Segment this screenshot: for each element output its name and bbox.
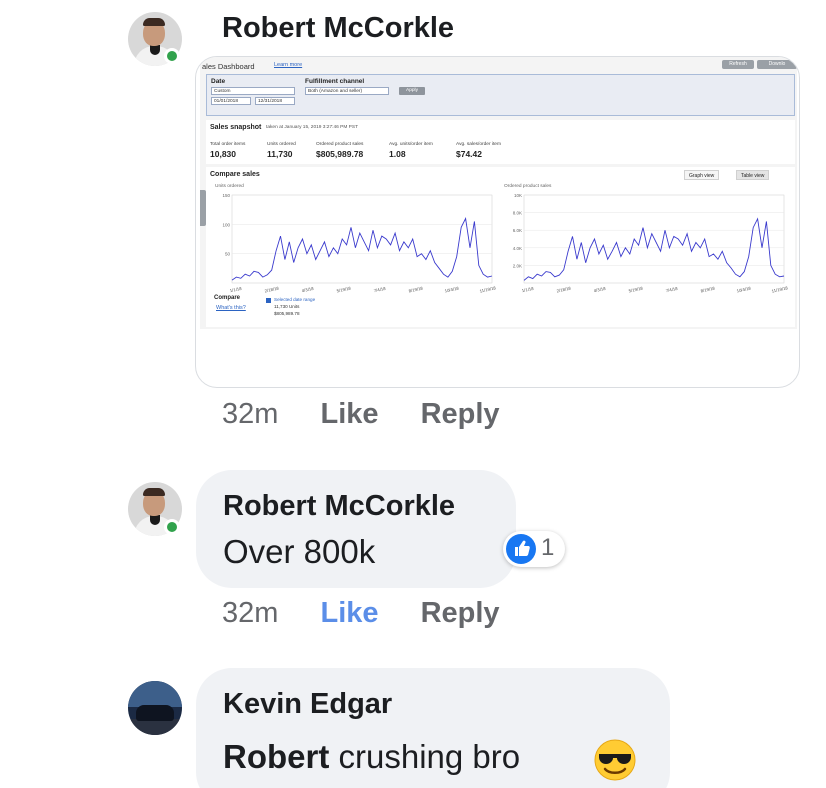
- selected-range-label: Selected date range: [274, 297, 316, 302]
- snapshot-subtitle: taken at January 15, 2019 3:27:46 PM PST: [266, 125, 358, 130]
- comment-author-name[interactable]: Robert McCorkle: [223, 490, 455, 523]
- date-select: Custom: [211, 87, 295, 95]
- comment-body: crushing bro: [329, 738, 521, 775]
- learn-more-link: Learn more: [274, 62, 303, 68]
- attached-screenshot[interactable]: ales Dashboard Learn more Refresh Downlo…: [195, 56, 800, 388]
- units-ordered-chart: 150 100 50 1/1/18 2/18/18 4/3/18 5/19/18 7/4/18…: [222, 193, 497, 294]
- metric-label: Ordered product sales: [316, 142, 364, 147]
- x-tick-label: 5/19/18: [336, 285, 352, 293]
- metric-label: Total order items: [210, 142, 246, 147]
- sunglasses-emoji-icon: [594, 739, 636, 781]
- comment-meta: 32m Like Reply: [222, 398, 500, 431]
- avatar-road: [128, 719, 182, 735]
- like-button[interactable]: Like: [320, 597, 378, 629]
- x-tick-label: 8/19/18: [700, 285, 716, 293]
- avatar-hair: [143, 18, 165, 26]
- x-tick-label: 4/3/18: [593, 286, 606, 294]
- avatar-tie: [150, 45, 160, 55]
- compare-label: Compare: [214, 295, 241, 301]
- sales-summary: $805,989.78: [274, 311, 300, 316]
- checkbox-icon: [266, 298, 271, 303]
- whats-this-link: What's this?: [216, 305, 246, 311]
- date-label: Date: [211, 78, 226, 85]
- download-button: Downlo: [757, 60, 797, 69]
- reaction-count: 1: [541, 534, 555, 561]
- avatar-car: [136, 705, 174, 721]
- metric-label: Avg. units/order item: [389, 142, 433, 147]
- date-from: 01/01/2018: [211, 97, 251, 105]
- snapshot-title: Sales snapshot: [210, 124, 262, 131]
- filters-panel: Date Custom 01/01/2018 12/31/2018 Fulfil…: [206, 74, 795, 116]
- x-tick-label: 7/4/18: [373, 286, 386, 294]
- comment-bubble: Kevin Edgar Robert crushing bro: [196, 668, 670, 788]
- product-sales-chart: 10K 8.0K 6.0K 4.0K 2.0K 1/1/18 2/18/18 4/3/18 5/…: [513, 193, 789, 294]
- x-tick-label: 7/4/18: [665, 286, 678, 294]
- y-tick-label: 8.0K: [513, 211, 522, 216]
- reply-button[interactable]: Reply: [421, 597, 500, 629]
- avatar-sky: [128, 681, 182, 707]
- y-tick-label: 4.0K: [513, 246, 522, 251]
- avatar-hair: [143, 488, 165, 496]
- y-tick-label: 6.0K: [513, 228, 522, 233]
- reaction-badge[interactable]: 1: [503, 531, 565, 567]
- compare-sales-panel: Compare sales Graph view Table view Unit…: [206, 167, 795, 327]
- comment-time: 32m: [222, 398, 279, 430]
- metric-value: 11,730: [267, 149, 293, 159]
- x-tick-label: 11/19/18: [479, 285, 497, 293]
- sales-dashboard-image: ales Dashboard Learn more Refresh Downlo…: [200, 57, 797, 329]
- sales-snapshot: Sales snapshot taken at January 15, 2019…: [206, 120, 795, 164]
- x-tick-label: 11/19/18: [771, 285, 789, 293]
- comment-text: Robert crushing bro: [223, 738, 520, 776]
- mention-link[interactable]: Robert: [223, 738, 329, 775]
- table-view-button: Table view: [736, 170, 770, 180]
- x-tick-label: 5/19/18: [628, 285, 644, 293]
- date-to: 12/31/2018: [255, 97, 295, 105]
- metric-value: 10,830: [210, 149, 236, 159]
- refresh-button: Refresh: [722, 60, 754, 69]
- fulfillment-label: Fulfillment channel: [305, 78, 365, 85]
- y-tick-label: 50: [225, 252, 231, 257]
- metric-label: Units ordered: [267, 142, 296, 147]
- metric-value: $805,989.78: [316, 149, 364, 159]
- apply-button: Apply: [399, 87, 425, 95]
- metric-value: $74.42: [456, 149, 482, 159]
- graph-view-button: Graph view: [684, 170, 720, 180]
- comment-bubble: Robert McCorkle Over 800k: [196, 470, 516, 588]
- reply-button[interactable]: Reply: [421, 398, 500, 430]
- online-status-dot: [164, 48, 180, 64]
- x-tick-label: 2/18/18: [264, 285, 280, 293]
- fulfillment-select: Both (Amazon and seller): [305, 87, 389, 95]
- x-tick-label: 1/1/18: [521, 286, 534, 294]
- comment-author-name[interactable]: Kevin Edgar: [223, 688, 392, 721]
- like-button[interactable]: Like: [320, 398, 378, 430]
- x-tick-label: 2/18/18: [556, 285, 572, 293]
- x-tick-label: 10/4/18: [444, 285, 460, 293]
- metric-value: 1.08: [389, 149, 406, 159]
- compare-title: Compare sales: [210, 171, 260, 178]
- online-status-dot: [164, 519, 180, 535]
- x-tick-label: 1/1/18: [229, 286, 242, 294]
- dashboard-title: ales Dashboard: [202, 62, 255, 71]
- x-tick-label: 8/19/18: [408, 285, 424, 293]
- y-tick-label: 2.0K: [513, 263, 522, 268]
- units-summary: 11,730 Units: [274, 304, 300, 309]
- y-tick-label: 150: [222, 193, 230, 198]
- y-tick-label: 10K: [514, 193, 522, 198]
- y-tick-label: 100: [222, 222, 230, 227]
- avatar-kevin[interactable]: [128, 681, 182, 735]
- comment-text: Over 800k: [223, 533, 376, 570]
- metric-label: Avg. sales/order item: [456, 142, 501, 147]
- avatar-tie: [150, 515, 160, 525]
- x-tick-label: 4/3/18: [301, 286, 314, 294]
- x-tick-label: 10/4/18: [736, 285, 752, 293]
- comment-author-name[interactable]: Robert McCorkle: [222, 12, 454, 45]
- comment-meta: 32m Like Reply: [222, 597, 500, 630]
- thumbs-up-icon: [506, 534, 536, 564]
- comment-time: 32m: [222, 597, 279, 629]
